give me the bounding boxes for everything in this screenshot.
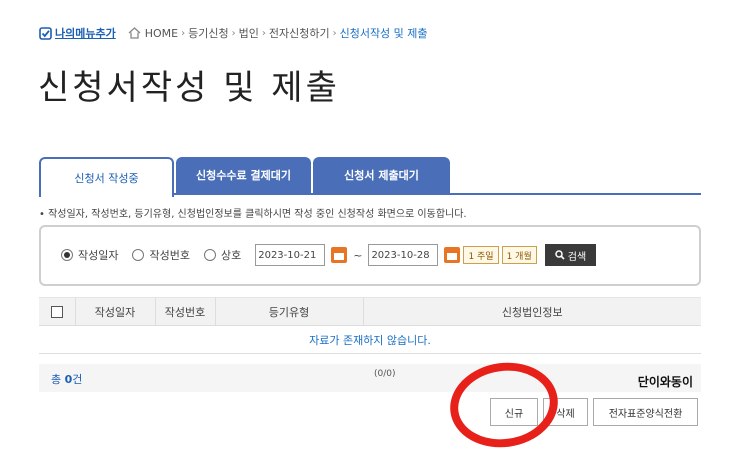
tab-fee-payment[interactable]: 신청수수료 결제대기 [176, 157, 311, 193]
range-separator: ~ [353, 248, 363, 262]
chevron-right-icon: › [231, 27, 236, 39]
radio-number-label[interactable]: 작성번호 [149, 247, 189, 263]
breadcrumb-e-application[interactable]: 전자신청하기 [269, 25, 330, 41]
col-type[interactable]: 등기유형 [215, 297, 364, 326]
search-icon [555, 250, 565, 260]
page-title: 신청서작성 및 제출 [38, 68, 340, 108]
radio-company[interactable] [203, 249, 216, 261]
my-menu-label: 나의메뉴추가 [55, 27, 116, 40]
radio-number[interactable] [132, 249, 145, 261]
table-footer: 총 0건 (0/0) 단이와동이 [39, 364, 701, 392]
chevron-right-icon: › [181, 27, 186, 39]
new-button[interactable]: 신규 [490, 398, 538, 426]
tab-submission[interactable]: 신청서 제출대기 [313, 157, 450, 193]
date-to-input[interactable] [368, 244, 439, 266]
calendar-icon[interactable] [331, 247, 348, 263]
home-icon[interactable] [128, 27, 141, 39]
quick-week-button[interactable]: 1 주일 [463, 246, 499, 264]
search-button-label: 검색 [567, 251, 587, 263]
breadcrumb-home[interactable]: HOME [145, 27, 178, 40]
date-from-input[interactable] [255, 244, 326, 266]
checkbox-icon [39, 26, 52, 40]
my-menu-add-link[interactable]: 나의메뉴추가 [39, 25, 116, 41]
tab-bar: 신청서 작성중 신청수수료 결제대기 신청서 제출대기 [39, 157, 701, 197]
select-all-checkbox[interactable] [50, 306, 63, 318]
results-table: 작성일자 작성번호 등기유형 신청법인정보 자료가 존재하지 않습니다. [39, 297, 701, 354]
col-date[interactable]: 작성일자 [75, 297, 156, 326]
table-header-row: 작성일자 작성번호 등기유형 신청법인정보 [39, 297, 701, 326]
select-all-cell [39, 297, 76, 326]
table-row: 자료가 존재하지 않습니다. [39, 325, 701, 354]
radio-date-label[interactable]: 작성일자 [78, 247, 118, 263]
top-bar: 나의메뉴추가 HOME › 등기신청 › 법인 › 전자신청하기 › 신청서작성… [39, 24, 428, 42]
quick-month-button[interactable]: 1 개월 [501, 246, 537, 264]
delete-button[interactable]: 삭제 [543, 398, 588, 426]
breadcrumb-registration[interactable]: 등기신청 [188, 25, 228, 41]
col-corp-info[interactable]: 신청법인정보 [363, 297, 701, 326]
col-number[interactable]: 작성번호 [155, 297, 216, 326]
paging-indicator: (0/0) [374, 369, 396, 379]
notice-text: • 작성일자, 작성번호, 등기유형, 신청법인정보를 클릭하시면 작성 중인 … [39, 209, 467, 220]
total-prefix: 총 [51, 373, 65, 386]
search-button[interactable]: 검색 [544, 244, 597, 266]
watermark-text: 단이와동이 [637, 375, 693, 389]
total-suffix: 건 [72, 373, 83, 386]
search-panel: 작성일자 작성번호 상호 ~ 1 주일 1 개월 검색 [39, 225, 701, 286]
total-count: 총 0건 [51, 371, 82, 387]
tab-drafting[interactable]: 신청서 작성중 [39, 157, 174, 197]
breadcrumb-current: 신청서작성 및 제출 [339, 27, 428, 40]
radio-date[interactable] [61, 249, 73, 261]
chevron-right-icon: › [332, 27, 337, 39]
radio-company-label[interactable]: 상호 [221, 247, 241, 263]
chevron-right-icon: › [261, 27, 266, 39]
breadcrumb-corporation[interactable]: 법인 [239, 25, 259, 41]
convert-standard-form-button[interactable]: 전자표준양식전환 [593, 398, 698, 426]
empty-message: 자료가 존재하지 않습니다. [39, 325, 701, 354]
calendar-icon[interactable] [444, 247, 461, 263]
